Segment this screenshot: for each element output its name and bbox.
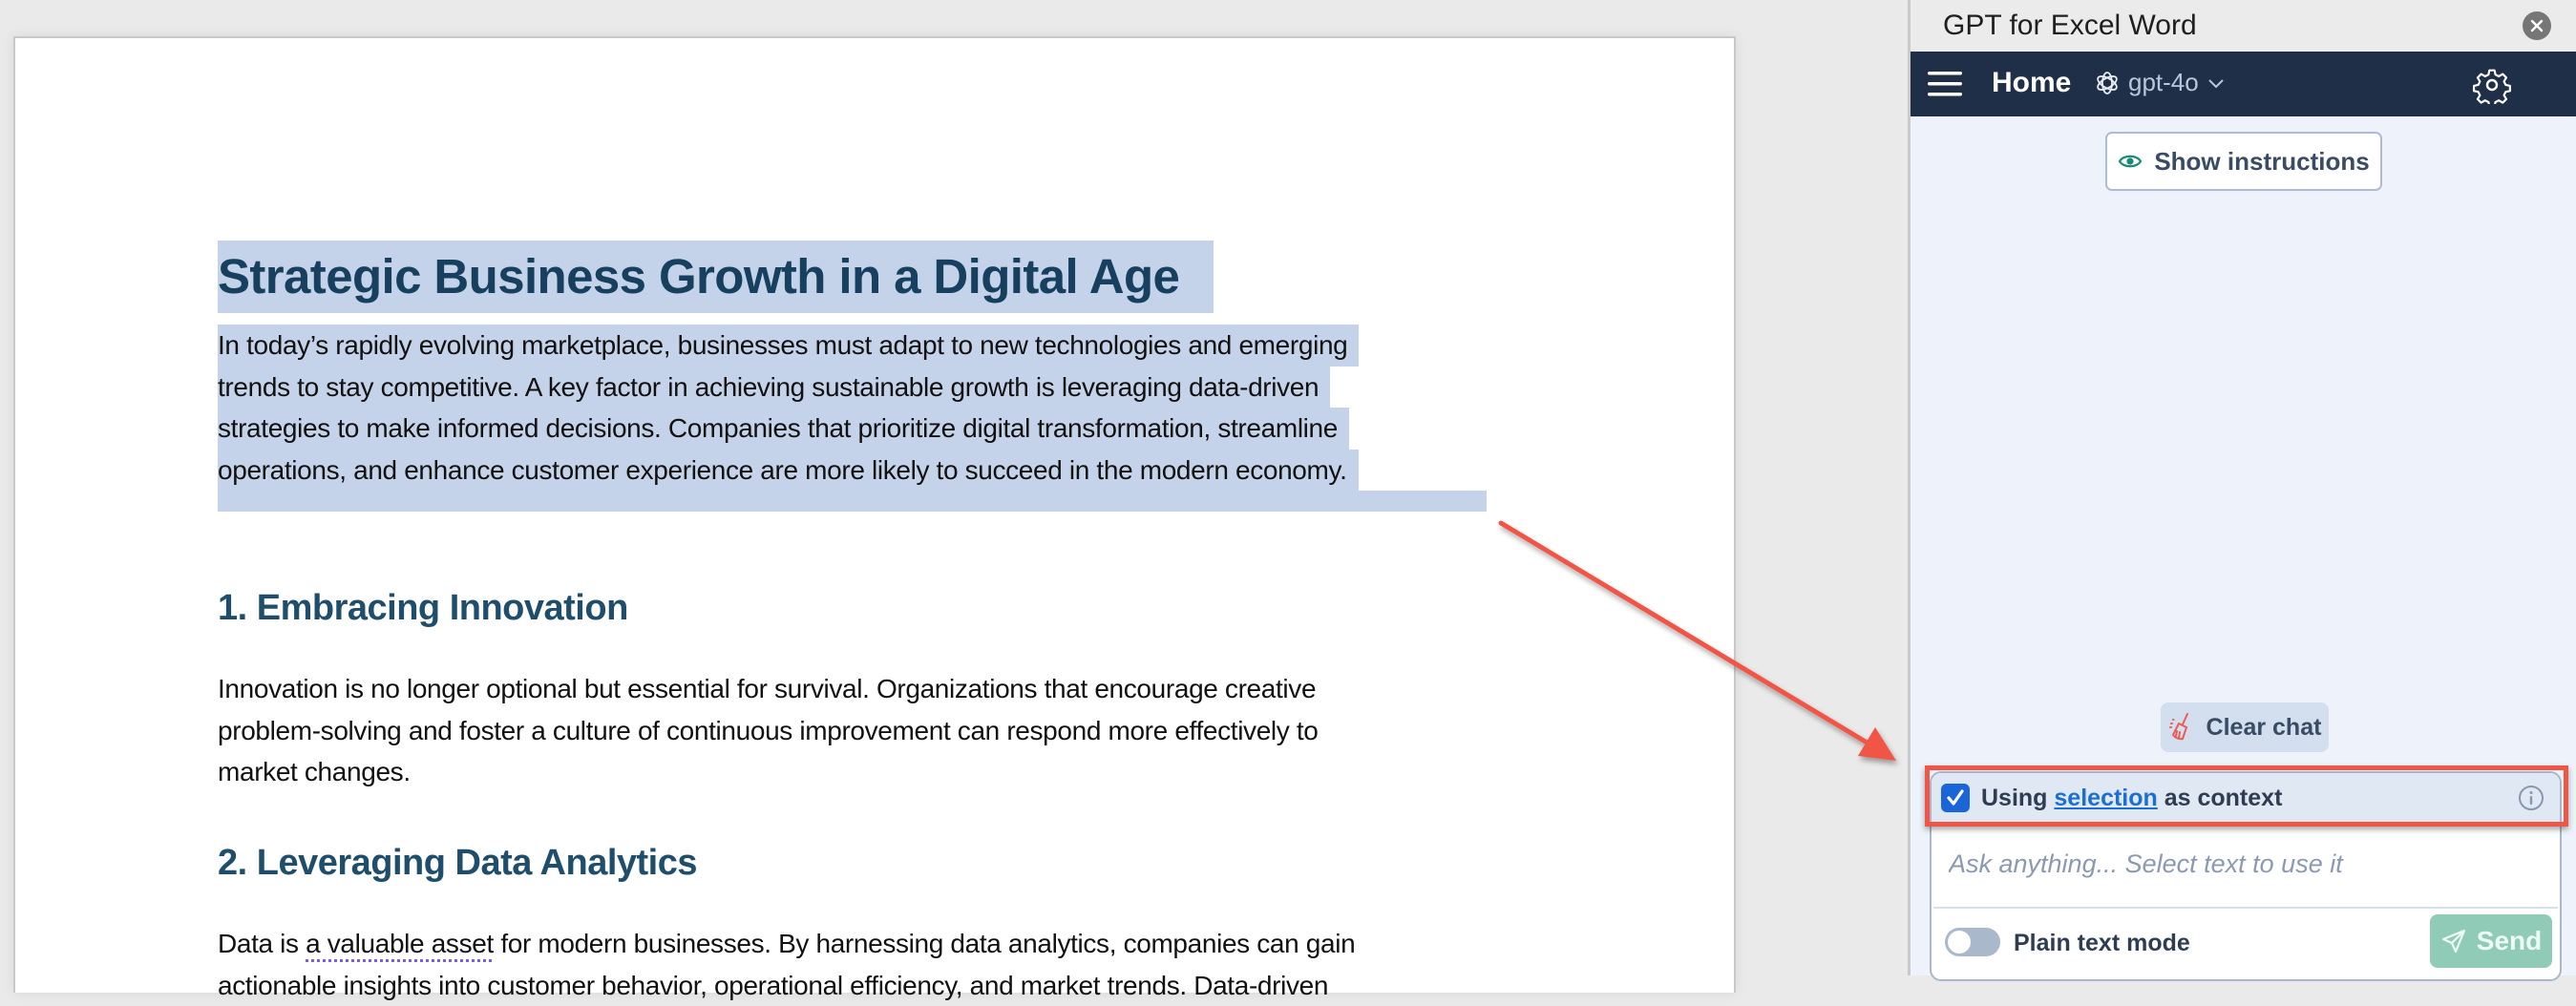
intro-line: trends to stay competitive. A key factor…	[218, 367, 1330, 409]
intro-line: operations, and enhance customer experie…	[218, 450, 1359, 492]
eye-icon	[2118, 152, 2143, 171]
pane-title: GPT for Excel Word	[1943, 10, 2197, 42]
show-instructions-button[interactable]: Show instructions	[2105, 132, 2382, 191]
data-analytics-paragraph[interactable]: Data is a valuable asset for modern busi…	[218, 923, 1355, 1006]
send-button[interactable]: Send	[2430, 914, 2552, 968]
document-content[interactable]: Strategic Business Growth in a Digital A…	[218, 241, 1488, 512]
clear-chat-label: Clear chat	[2206, 714, 2322, 742]
add-in-task-pane: GPT for Excel Word Home gpt-4o	[1908, 0, 2576, 975]
settings-gear-icon[interactable]	[2473, 66, 2511, 104]
clear-chat-button[interactable]: Clear chat	[2161, 702, 2329, 752]
innovation-paragraph[interactable]: Innovation is no longer optional but ess…	[218, 668, 1319, 793]
paragraph-line: market changes.	[218, 751, 1319, 793]
paragraph-line: problem-solving and foster a culture of …	[218, 710, 1319, 752]
model-selector[interactable]: gpt-4o	[2094, 68, 2226, 97]
document-title: Strategic Business Growth in a Digital A…	[218, 241, 1179, 313]
plain-text-mode-toggle[interactable]	[1945, 928, 2000, 956]
close-pane-button[interactable]	[2523, 11, 2551, 40]
chevron-down-icon	[2206, 76, 2226, 90]
intro-line: strategies to make informed decisions. C…	[218, 408, 1349, 450]
composer-divider	[1933, 907, 2558, 909]
document-page[interactable]: Strategic Business Growth in a Digital A…	[13, 36, 1736, 993]
section-heading-data-analytics: 2. Leveraging Data Analytics	[218, 843, 697, 884]
openai-logo-icon	[2094, 70, 2121, 96]
chat-input[interactable]	[1932, 825, 2560, 903]
document-canvas: Strategic Business Growth in a Digital A…	[0, 0, 1908, 975]
nav-home-label[interactable]: Home	[1992, 67, 2071, 99]
intro-line: In today’s rapidly evolving marketplace,…	[218, 325, 1359, 367]
section-heading-innovation: 1. Embracing Innovation	[218, 588, 628, 629]
send-label: Send	[2477, 926, 2542, 956]
intro-paragraph[interactable]: In today’s rapidly evolving marketplace,…	[218, 325, 1488, 512]
hamburger-menu-icon[interactable]	[1926, 69, 1964, 99]
model-name: gpt-4o	[2128, 68, 2199, 97]
paragraph-line: Innovation is no longer optional but ess…	[218, 668, 1319, 710]
pane-title-bar: GPT for Excel Word	[1911, 0, 2576, 52]
paragraph-line: actionable insights into customer behavi…	[218, 965, 1355, 1006]
broom-icon	[2168, 712, 2195, 743]
close-icon	[2529, 18, 2544, 33]
grammar-suggestion-underline[interactable]: a valuable asset	[306, 929, 494, 958]
paragraph-line: Data is a valuable asset for modern busi…	[218, 923, 1355, 965]
show-instructions-label: Show instructions	[2154, 147, 2369, 177]
pane-navbar: Home gpt-4o	[1911, 52, 2576, 116]
annotation-highlight-box	[1925, 765, 2568, 827]
selection-tail	[218, 491, 1487, 512]
selected-title[interactable]: Strategic Business Growth in a Digital A…	[218, 241, 1214, 313]
plain-text-mode-label: Plain text mode	[2014, 930, 2190, 957]
send-paper-plane-icon	[2440, 928, 2467, 954]
toggle-knob	[1948, 931, 1971, 954]
